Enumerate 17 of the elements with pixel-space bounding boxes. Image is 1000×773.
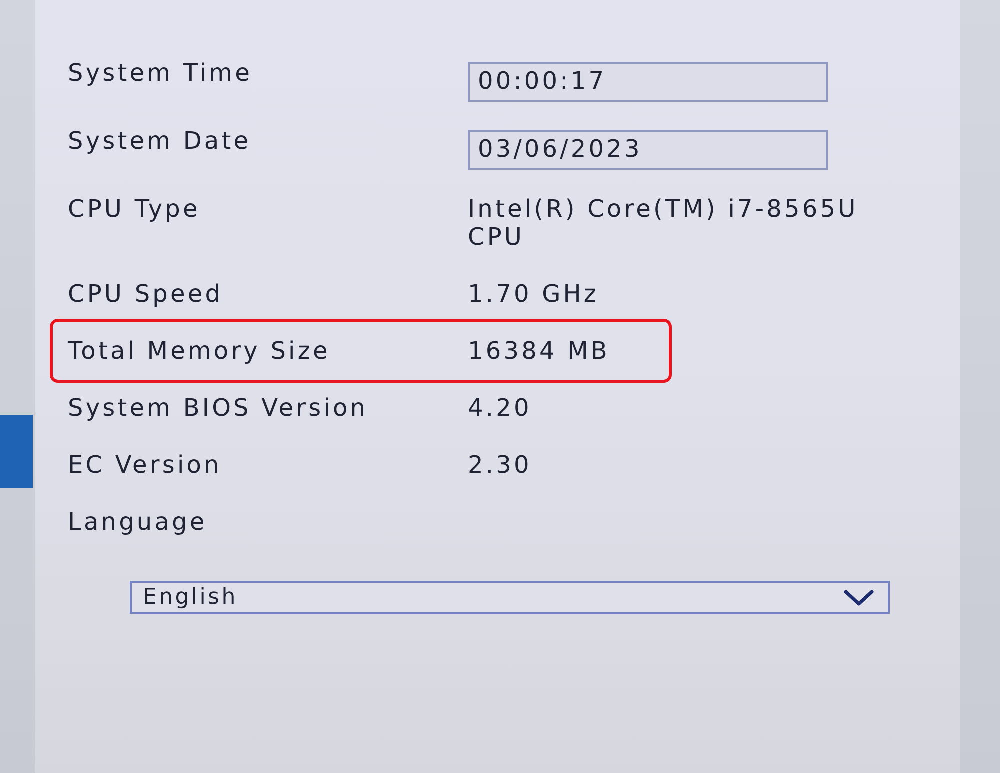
setting-value: 16384 MB bbox=[468, 337, 611, 365]
value-field[interactable]: 03/06/2023 bbox=[468, 130, 828, 170]
language-dropdown[interactable]: English bbox=[130, 581, 890, 614]
setting-label: Total Memory Size bbox=[68, 337, 330, 365]
setting-value: 2.30 bbox=[468, 451, 533, 479]
setting-value: 4.20 bbox=[468, 394, 533, 422]
setting-label: Language bbox=[68, 508, 208, 536]
chevron-down-icon bbox=[844, 590, 874, 606]
setting-label: System Date bbox=[68, 127, 252, 155]
setting-value: 1.70 GHz bbox=[468, 280, 600, 308]
setting-label: System Time bbox=[68, 59, 252, 87]
setting-label: EC Version bbox=[68, 451, 222, 479]
setting-label: System BIOS Version bbox=[68, 394, 368, 422]
setting-value: Intel(R) Core(TM) i7-8565U CPU bbox=[468, 195, 860, 251]
setting-label: CPU Speed bbox=[68, 280, 224, 308]
setting-label: CPU Type bbox=[68, 195, 200, 223]
value-field[interactable]: 00:00:17 bbox=[468, 62, 828, 102]
